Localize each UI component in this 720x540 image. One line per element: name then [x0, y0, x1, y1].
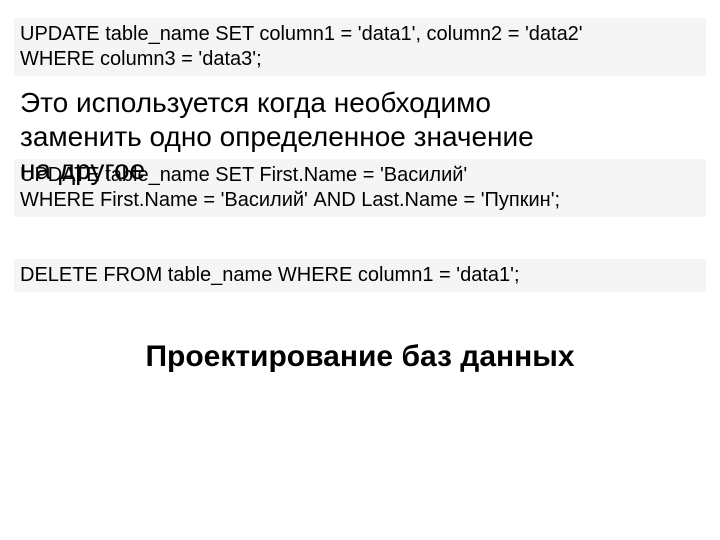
- code-block-delete: DELETE FROM table_name WHERE column1 = '…: [14, 259, 706, 292]
- code-line: DELETE FROM table_name WHERE column1 = '…: [20, 263, 700, 288]
- overlap-region: UPDATE table_name SET First.Name = 'Васи…: [14, 153, 706, 249]
- code-line: WHERE column3 = 'data3';: [20, 47, 700, 72]
- code-line: UPDATE table_name SET column1 = 'data1',…: [20, 22, 700, 47]
- section-heading: Проектирование баз данных: [14, 340, 706, 374]
- text-line: Это используется когда необходимо: [20, 86, 700, 120]
- text-line: заменить одно определенное значение: [20, 120, 700, 154]
- text-line: на другое: [20, 153, 145, 187]
- code-line: WHERE First.Name = 'Василий' AND Last.Na…: [20, 188, 700, 213]
- explanation-text: Это используется когда необходимо замени…: [14, 82, 706, 153]
- slide: UPDATE table_name SET column1 = 'data1',…: [0, 0, 720, 540]
- code-block-update-generic: UPDATE table_name SET column1 = 'data1',…: [14, 18, 706, 76]
